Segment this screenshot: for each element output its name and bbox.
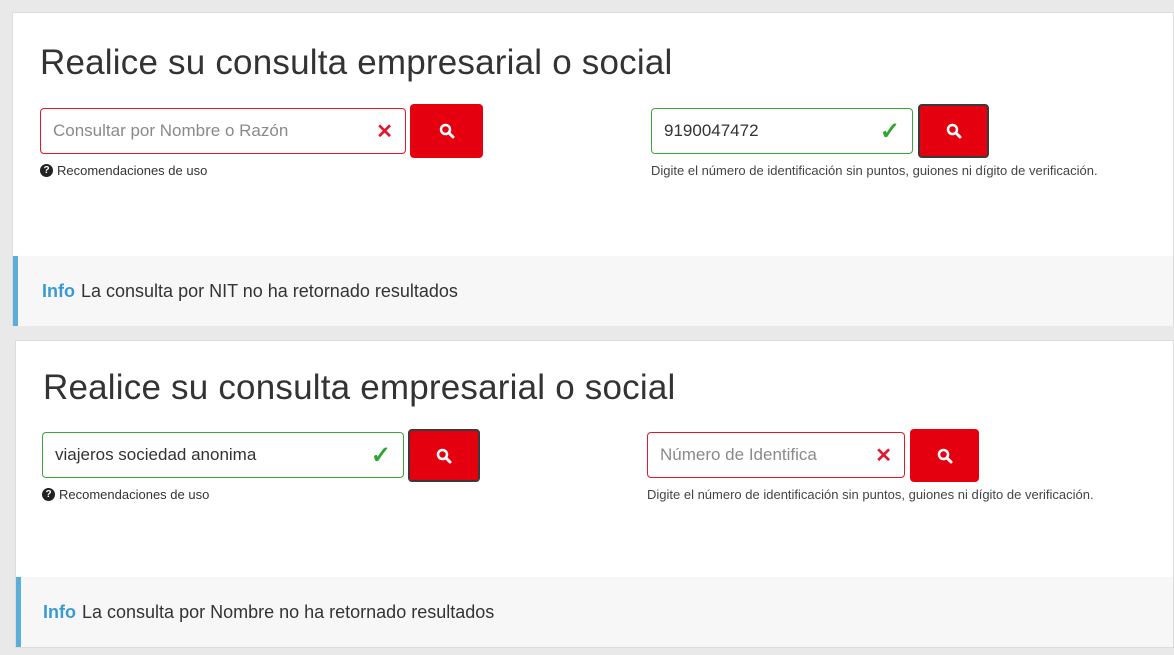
- nit-hint: Digite el número de identificación sin p…: [647, 487, 1094, 502]
- search-icon: [436, 448, 452, 463]
- info-message: La consulta por NIT no ha retornado resu…: [81, 280, 458, 301]
- x-icon[interactable]: ✕: [376, 119, 393, 144]
- info-alert: Info La consulta por Nombre no ha retorn…: [16, 577, 1173, 647]
- name-search-button[interactable]: [410, 104, 483, 158]
- page-title: Realice su consulta empresarial o social: [40, 43, 673, 82]
- nit-search-placeholder: Número de Identifica: [660, 445, 817, 464]
- usage-recommendations-link[interactable]: ? Recomendaciones de uso: [42, 487, 209, 502]
- search-icon: [937, 448, 952, 463]
- info-message: La consulta por Nombre no ha retornado r…: [82, 601, 495, 622]
- name-search-value: viajeros sociedad anonima: [55, 445, 257, 464]
- info-label: Info: [43, 601, 76, 622]
- info-alert: Info La consulta por NIT no ha retornado…: [13, 256, 1173, 326]
- check-icon: ✓: [879, 117, 900, 145]
- usage-recommendations-label: Recomendaciones de uso: [59, 487, 210, 502]
- nit-hint: Digite el número de identificación sin p…: [651, 163, 1098, 178]
- name-search-input[interactable]: viajeros sociedad anonima ✓: [42, 432, 404, 478]
- nit-search-button[interactable]: [910, 429, 979, 482]
- question-circle-icon: ?: [42, 488, 55, 501]
- usage-recommendations-label: Recomendaciones de uso: [57, 163, 208, 178]
- page-title: Realice su consulta empresarial o social: [43, 368, 676, 407]
- nit-search-value: 9190047472: [664, 121, 759, 140]
- name-search-input[interactable]: Consultar por Nombre o Razón ✕: [40, 108, 406, 154]
- nit-search-input[interactable]: Número de Identifica ✕: [647, 432, 905, 478]
- info-label: Info: [42, 280, 75, 301]
- usage-recommendations-link[interactable]: ? Recomendaciones de uso: [40, 163, 207, 178]
- question-circle-icon: ?: [40, 164, 53, 177]
- search-panel-nit: Realice su consulta empresarial o social…: [12, 12, 1174, 326]
- name-search-placeholder: Consultar por Nombre o Razón: [53, 121, 289, 140]
- x-icon[interactable]: ✕: [875, 443, 892, 468]
- name-search-button[interactable]: [408, 429, 480, 482]
- check-icon: ✓: [370, 441, 391, 469]
- nit-search-button[interactable]: [918, 104, 989, 158]
- search-icon: [439, 123, 454, 139]
- nit-search-input[interactable]: 9190047472 ✓: [651, 108, 913, 154]
- search-panel-name: Realice su consulta empresarial o social…: [15, 340, 1174, 648]
- search-icon: [946, 123, 961, 139]
